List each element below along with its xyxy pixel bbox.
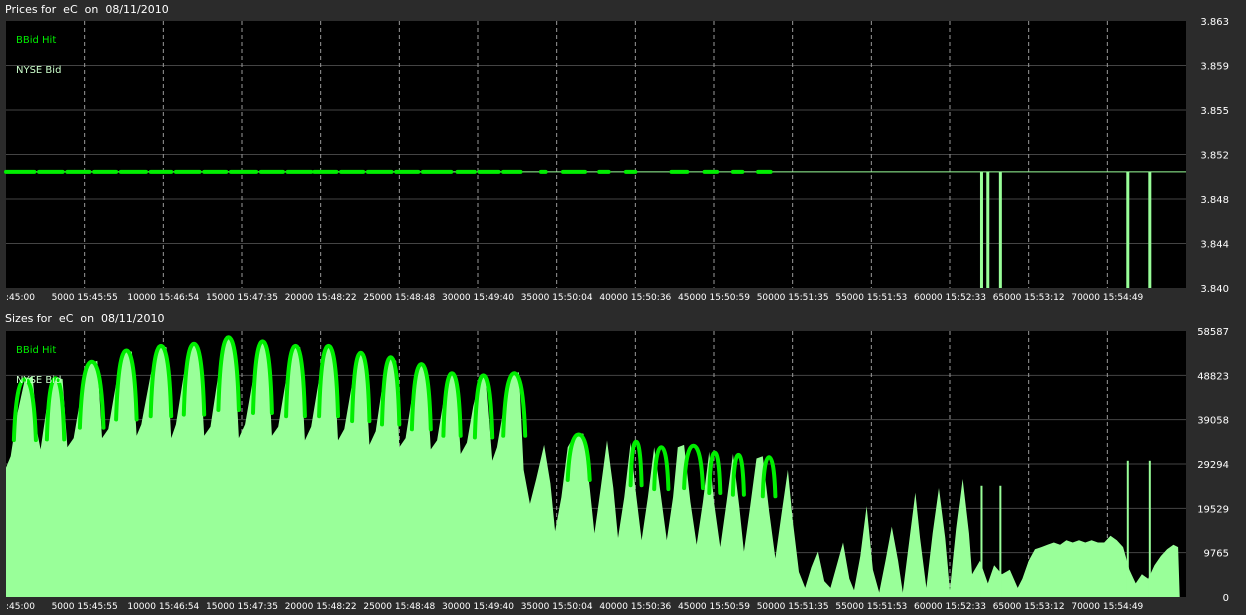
size-x-tick-label: 5000 15:45:55 [52,602,118,612]
price-x-tick-label: 40000 15:50:36 [599,293,671,303]
size-y-tick-label: 19529 [1197,504,1229,515]
price-nyse-bid-drop [986,171,990,288]
price-x-tick-label: 45000 15:50:59 [678,293,750,303]
price-x-tick-label: 65000 15:53:12 [993,293,1065,303]
size-nyse-bid-spike [1148,460,1151,597]
size-x-tick-label: 30000 15:49:40 [442,602,514,612]
size-x-tick-label: 20000 15:48:22 [285,602,357,612]
size-x-tick-label: 55000 15:51:53 [835,602,907,612]
size-x-tick-label: 25000 15:48:48 [363,602,435,612]
size-y-tick-label: 48823 [1197,371,1229,382]
price-y-tick-label: 3.844 [1200,240,1229,251]
price-y-tick-label: 3.848 [1200,195,1229,206]
price-chart: 3.863 3.859 3.855 3.852 3.848 3.844 3.840 :45:0… [4,17,1229,303]
size-legend-nyse-bid: NYSE Bid [16,375,61,386]
size-x-tick-label: 50000 15:51:35 [757,602,829,612]
size-x-tick-label: 60000 15:52:33 [914,602,986,612]
price-x-tick-label: 60000 15:52:33 [914,293,986,303]
size-legend-bbid-hit: BBid Hit [16,345,56,356]
price-nyse-bid-drop [1126,171,1130,288]
size-nyse-bid-spike [1126,460,1129,597]
size-x-tick-label: 10000 15:46:54 [127,602,199,612]
price-nyse-bid-drop [998,171,1002,288]
price-nyse-bid-drop [1148,171,1152,288]
price-y-tick-label: 3.840 [1200,284,1229,295]
size-chart: 58587 48823 39058 29294 19529 9765 0 :45:00 5000… [6,327,1229,612]
size-chart-title: Sizes for eC on 08/11/2010 [5,312,165,325]
size-y-tick-label: 9765 [1204,549,1229,560]
size-nyse-bid-spike [999,485,1002,597]
price-y-tick-label: 3.855 [1200,106,1229,117]
price-x-tick-label: 25000 15:48:48 [363,293,435,303]
price-chart-title: Prices for eC on 08/11/2010 [5,3,169,16]
size-y-tick-label: 39058 [1197,416,1229,427]
price-y-tick-label: 3.852 [1200,151,1229,162]
price-x-tick-label: 55000 15:51:53 [835,293,907,303]
price-x-tick-label: 15000 15:47:35 [206,293,278,303]
size-x-tick-label: 40000 15:50:36 [599,602,671,612]
price-x-tick-label: 10000 15:46:54 [127,293,199,303]
price-y-tick-label: 3.859 [1200,62,1229,73]
price-x-tick-label: 70000 15:54:49 [1071,293,1143,303]
price-x-tick-label: 35000 15:50:04 [521,293,593,303]
size-y-tick-label: 0 [1223,593,1229,604]
size-x-tick-label: 35000 15:50:04 [521,602,593,612]
size-x-tick-label: :45:00 [6,602,35,612]
price-x-tick-label: :45:00 [6,293,35,303]
size-nyse-bid-spike [980,485,983,597]
size-x-tick-label: 70000 15:54:49 [1071,602,1143,612]
price-legend-nyse-bid: NYSE Bid [16,65,61,76]
price-legend-bbid-hit: BBid Hit [16,35,56,46]
price-x-tick-label: 50000 15:51:35 [757,293,829,303]
price-x-tick-label: 20000 15:48:22 [285,293,357,303]
price-x-tick-label: 30000 15:49:40 [442,293,514,303]
size-x-tick-label: 65000 15:53:12 [993,602,1065,612]
size-x-tick-label: 45000 15:50:59 [678,602,750,612]
price-x-tick-label: 5000 15:45:55 [52,293,118,303]
price-y-tick-label: 3.863 [1200,17,1229,28]
size-y-tick-label: 29294 [1197,460,1229,471]
price-nyse-bid-drop [979,171,983,288]
size-y-tick-label: 58587 [1197,327,1229,338]
size-x-tick-label: 15000 15:47:35 [206,602,278,612]
